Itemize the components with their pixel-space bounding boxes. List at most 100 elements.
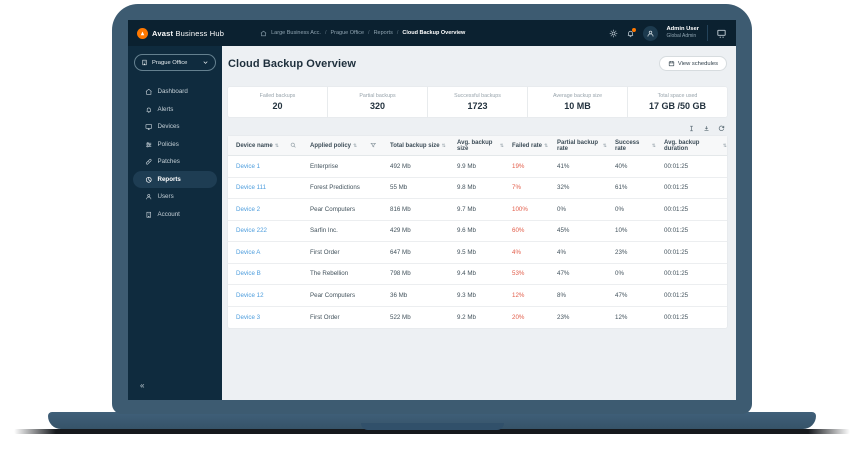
stat-label: Partial backups [359, 93, 395, 99]
table-row: Device 1 Enterprise 492 Mb 9.9 Mb 19% 41… [228, 156, 727, 178]
stat-value: 1723 [467, 101, 487, 111]
calendar-icon [668, 60, 675, 67]
column-header-avg-backup-duration[interactable]: Avg. backup duration⇅ [656, 140, 727, 152]
org-selector[interactable]: Prague Office [134, 54, 216, 71]
sidebar-item-label: Dashboard [158, 88, 188, 95]
policy-cell: Pear Computers [302, 206, 382, 213]
table-row: Device A First Order 647 Mb 9.5 Mb 4% 4%… [228, 242, 727, 264]
home-icon[interactable] [260, 30, 267, 37]
columns-icon[interactable] [688, 125, 695, 132]
sidebar-item-users[interactable]: Users [133, 188, 217, 206]
column-header-failed-rate[interactable]: Failed rate⇅ [504, 143, 549, 149]
breadcrumb-current: Cloud Backup Overview [402, 30, 465, 36]
success-rate-cell: 40% [607, 163, 656, 170]
total-size-cell: 429 Mb [382, 227, 449, 234]
collapse-chevrons-icon: « [140, 381, 144, 390]
sidebar-item-account[interactable]: Account [133, 206, 217, 224]
view-schedules-button[interactable]: View schedules [659, 56, 727, 71]
breadcrumb-item[interactable]: Reports [374, 30, 393, 36]
settings-gear-icon[interactable] [609, 29, 618, 38]
column-label: Applied policy [310, 143, 351, 149]
breadcrumb-item[interactable]: Prague Office [331, 30, 365, 36]
laptop-notch [361, 423, 504, 430]
sidebar-item-devices[interactable]: Devices [133, 118, 217, 136]
search-icon[interactable] [290, 142, 297, 149]
user-menu[interactable]: Admin User Global Admin [666, 26, 699, 39]
filter-icon[interactable] [370, 142, 377, 149]
column-header-total-backup-size[interactable]: Total backup size⇅ [382, 143, 449, 149]
failed-rate-cell: 7% [504, 184, 549, 191]
download-icon[interactable] [703, 125, 710, 132]
sidebar-collapse-button[interactable]: « [128, 381, 222, 400]
topbar-actions: Admin User Global Admin [609, 25, 727, 41]
duration-cell: 00:01:25 [656, 163, 727, 170]
table-row: Device 222 Sarfin Inc. 429 Mb 9.6 Mb 60%… [228, 221, 727, 243]
sort-icon[interactable]: ⇅ [723, 143, 727, 149]
total-size-cell: 647 Mb [382, 249, 449, 256]
devices-monitor-icon [145, 123, 153, 131]
duration-cell: 00:01:25 [656, 270, 727, 277]
breadcrumb-separator: / [397, 30, 399, 36]
main-content: Cloud Backup Overview View schedules Fai… [222, 46, 736, 400]
sidebar-item-label: Devices [158, 123, 180, 130]
device-link[interactable]: Device 1 [228, 163, 302, 170]
partial-rate-cell: 41% [549, 163, 607, 170]
sidebar-item-label: Policies [158, 141, 179, 148]
stat-value: 10 MB [564, 101, 591, 111]
avg-size-cell: 9.2 Mb [449, 314, 504, 321]
policy-cell: The Rebellion [302, 270, 382, 277]
avg-size-cell: 9.9 Mb [449, 163, 504, 170]
sidebar-item-dashboard[interactable]: Dashboard [133, 83, 217, 101]
sidebar-nav: Dashboard Alerts Devices Policies [128, 83, 222, 223]
sort-icon[interactable]: ⇅ [442, 143, 446, 149]
total-size-cell: 36 Mb [382, 292, 449, 299]
column-header-success-rate[interactable]: Success rate⇅ [607, 140, 656, 152]
refresh-icon[interactable] [718, 125, 725, 132]
stat-average-backup-size: Average backup size 10 MB [527, 87, 627, 117]
sort-icon[interactable]: ⇅ [544, 143, 548, 149]
stat-partial-backups: Partial backups 320 [327, 87, 427, 117]
users-person-icon [145, 193, 153, 201]
sidebar-item-policies[interactable]: Policies [133, 136, 217, 154]
device-link[interactable]: Device 2 [228, 206, 302, 213]
sidebar-item-patches[interactable]: Patches [133, 153, 217, 171]
column-header-partial-backup-rate[interactable]: Partial backup rate⇅ [549, 140, 607, 152]
policy-cell: Sarfin Inc. [302, 227, 382, 234]
console-switcher-icon[interactable] [716, 28, 727, 39]
avatar[interactable] [643, 26, 658, 41]
device-link[interactable]: Device 222 [228, 227, 302, 234]
success-rate-cell: 47% [607, 292, 656, 299]
device-link[interactable]: Device B [228, 270, 302, 277]
total-size-cell: 55 Mb [382, 184, 449, 191]
sidebar-item-label: Patches [158, 158, 180, 165]
sidebar-item-alerts[interactable]: Alerts [133, 101, 217, 119]
breadcrumb-item[interactable]: Large Business Acc. [271, 30, 321, 36]
avg-size-cell: 9.6 Mb [449, 227, 504, 234]
sort-icon[interactable]: ⇅ [353, 143, 357, 149]
sidebar-item-reports[interactable]: Reports [133, 171, 217, 189]
column-header-avg-backup-size[interactable]: Avg. backup size⇅ [449, 140, 504, 152]
account-building-icon [145, 211, 153, 219]
user-role: Global Admin [666, 33, 699, 39]
duration-cell: 00:01:25 [656, 227, 727, 234]
device-link[interactable]: Device 111 [228, 184, 302, 191]
partial-rate-cell: 8% [549, 292, 607, 299]
success-rate-cell: 0% [607, 206, 656, 213]
avg-size-cell: 9.7 Mb [449, 206, 504, 213]
failed-rate-cell: 100% [504, 206, 549, 213]
notifications-bell-icon[interactable] [626, 29, 635, 38]
success-rate-cell: 0% [607, 270, 656, 277]
stat-value: 17 GB /50 GB [649, 101, 706, 111]
device-link[interactable]: Device 12 [228, 292, 302, 299]
column-header-applied-policy[interactable]: Applied policy⇅ [302, 142, 382, 149]
device-link[interactable]: Device A [228, 249, 302, 256]
failed-rate-cell: 60% [504, 227, 549, 234]
policy-cell: Pear Computers [302, 292, 382, 299]
success-rate-cell: 23% [607, 249, 656, 256]
column-header-device-name[interactable]: Device name⇅ [228, 142, 302, 149]
avg-size-cell: 9.4 Mb [449, 270, 504, 277]
device-link[interactable]: Device 3 [228, 314, 302, 321]
sort-icon[interactable]: ⇅ [275, 143, 279, 149]
page-title: Cloud Backup Overview [228, 58, 356, 70]
topbar-divider [707, 25, 708, 41]
